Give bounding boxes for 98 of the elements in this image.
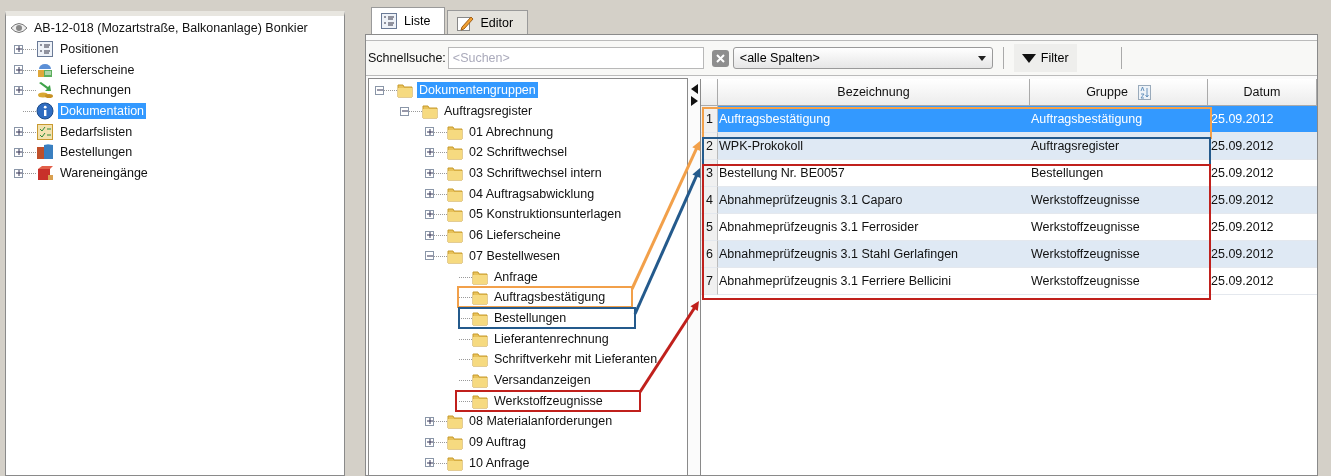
- collapse-icon[interactable]: [375, 85, 384, 95]
- folder-icon: [472, 371, 488, 388]
- coins-arrow-icon: [36, 81, 54, 100]
- table-cell[interactable]: 25.09.2012: [1208, 241, 1317, 268]
- expand-icon[interactable]: [425, 209, 434, 219]
- column-header[interactable]: Bezeichnung: [718, 79, 1030, 106]
- sort-icon[interactable]: [1137, 84, 1151, 100]
- expand-icon[interactable]: [425, 189, 434, 199]
- folder-icon: [447, 123, 463, 140]
- folder-icon: [472, 289, 488, 306]
- collapse-right-icon[interactable]: [690, 96, 698, 106]
- numbered-list-icon: [380, 12, 398, 30]
- folder-icon: [447, 227, 463, 244]
- triangle-down-icon: [1021, 53, 1036, 63]
- folder-icon: [447, 434, 463, 451]
- tree-item[interactable]: 05 Konstruktionsunterlagen: [467, 206, 624, 223]
- tree-item[interactable]: 10 Anfrage: [467, 454, 532, 471]
- expand-icon[interactable]: [425, 437, 434, 447]
- tree-item[interactable]: Auftragsbestätigung: [492, 289, 608, 306]
- folder-icon: [472, 392, 488, 409]
- tree-item[interactable]: Anfrage: [492, 268, 540, 285]
- expand-icon[interactable]: [425, 127, 434, 137]
- collapse-icon[interactable]: [400, 106, 409, 116]
- filter-button[interactable]: Filter: [1013, 44, 1077, 72]
- tree-item[interactable]: Auftragsregister: [442, 103, 535, 120]
- tree-item[interactable]: 01 Abrechnung: [467, 123, 556, 140]
- tree-item[interactable]: Bestellungen: [492, 309, 569, 326]
- collapse-icon[interactable]: [425, 251, 434, 261]
- tree-item[interactable]: Lieferantenrechnung: [492, 330, 611, 347]
- search-field[interactable]: <Suchen>: [447, 47, 704, 69]
- table-cell[interactable]: 25.09.2012: [1208, 133, 1317, 160]
- folder-icon: [472, 351, 488, 368]
- boxes-icon: [36, 143, 54, 162]
- tree-item[interactable]: Rechnungen: [58, 82, 133, 99]
- table-cell[interactable]: Abnahmeprüfzeugnis 3.1 Caparo: [718, 187, 1030, 214]
- table-cell[interactable]: Abnahmeprüfzeugnis 3.1 Ferriere Bellicini: [718, 268, 1030, 295]
- tree-item[interactable]: Werkstoffzeugnisse: [492, 392, 605, 409]
- numbered-list-icon: [36, 40, 54, 59]
- expand-icon[interactable]: [425, 458, 434, 468]
- clear-button[interactable]: [711, 49, 729, 67]
- collapse-left-icon[interactable]: [690, 84, 698, 94]
- tree-item[interactable]: 04 Auftragsabwicklung: [467, 185, 597, 202]
- table-cell[interactable]: 25.09.2012: [1208, 187, 1317, 214]
- tree-item[interactable]: 08 Materialanforderungen: [467, 413, 615, 430]
- expand-icon[interactable]: [14, 85, 23, 95]
- expand-icon[interactable]: [425, 168, 434, 178]
- header-corner: [701, 79, 718, 106]
- tab[interactable]: Editor: [447, 10, 529, 34]
- expand-icon[interactable]: [14, 44, 23, 54]
- checklist-icon: [36, 122, 54, 141]
- folder-icon: [422, 103, 438, 120]
- expand-icon[interactable]: [14, 147, 23, 157]
- table-cell[interactable]: Werkstoffzeugnisse: [1030, 187, 1208, 214]
- table-cell[interactable]: Werkstoffzeugnisse: [1030, 268, 1208, 295]
- tree-item[interactable]: Versandanzeigen: [492, 371, 593, 388]
- table-cell[interactable]: Werkstoffzeugnisse: [1030, 241, 1208, 268]
- table-cell[interactable]: WPK-Prokokoll: [718, 133, 1030, 160]
- tree-item[interactable]: 09 Auftrag: [467, 434, 528, 451]
- tree-item[interactable]: Positionen: [58, 41, 121, 58]
- folder-icon: [472, 268, 488, 285]
- folder-icon: [447, 247, 463, 264]
- table-cell[interactable]: 25.09.2012: [1208, 268, 1317, 295]
- parcel-icon: [36, 164, 54, 183]
- expand-icon[interactable]: [14, 168, 23, 178]
- tree-item[interactable]: Wareneingänge: [58, 165, 150, 182]
- folder-icon: [447, 454, 463, 471]
- tree-item[interactable]: 02 Schriftwechsel: [467, 144, 569, 161]
- caret-icon: [977, 55, 986, 61]
- project-title[interactable]: AB-12-018 (Mozartstraße, Balkonanlage) Bonkier: [32, 20, 310, 37]
- table-cell[interactable]: Auftragsregister: [1030, 133, 1208, 160]
- folder-icon: [447, 413, 463, 430]
- folder-icon: [447, 185, 463, 202]
- expand-icon[interactable]: [425, 147, 434, 157]
- folder-icon: [447, 144, 463, 161]
- close-icon: [715, 53, 725, 63]
- tree-item[interactable]: Bedarfslisten: [58, 123, 135, 140]
- column-dropdown[interactable]: <alle Spalten>: [732, 47, 993, 69]
- column-header[interactable]: Datum: [1208, 79, 1317, 106]
- expand-icon[interactable]: [14, 127, 23, 137]
- expand-icon[interactable]: [425, 416, 434, 426]
- table-cell[interactable]: Abnahmeprüfzeugnis 3.1 Stahl Gerlafingen: [718, 241, 1030, 268]
- tree-item[interactable]: 07 Bestellwesen: [467, 247, 563, 264]
- folder-icon: [472, 330, 488, 347]
- info-icon: [36, 102, 54, 121]
- tree-item[interactable]: 03 Schriftwechsel intern: [467, 165, 604, 182]
- folder-icon: [447, 165, 463, 182]
- folder-icon: [447, 206, 463, 223]
- folder-icon: [397, 82, 413, 99]
- expand-icon[interactable]: [14, 65, 23, 75]
- tree-item[interactable]: 06 Lieferscheine: [467, 227, 563, 244]
- tree-item[interactable]: Schriftverkehr mit Lieferanten: [492, 351, 660, 368]
- tab[interactable]: Liste: [371, 7, 446, 34]
- search-label: Schnellsuche:: [368, 51, 446, 65]
- column-header[interactable]: Gruppe: [1030, 79, 1208, 106]
- folder-icon: [472, 309, 488, 326]
- expand-icon[interactable]: [425, 230, 434, 240]
- tree-item[interactable]: Bestellungen: [58, 144, 135, 161]
- tree-item[interactable]: Lieferscheine: [58, 61, 137, 78]
